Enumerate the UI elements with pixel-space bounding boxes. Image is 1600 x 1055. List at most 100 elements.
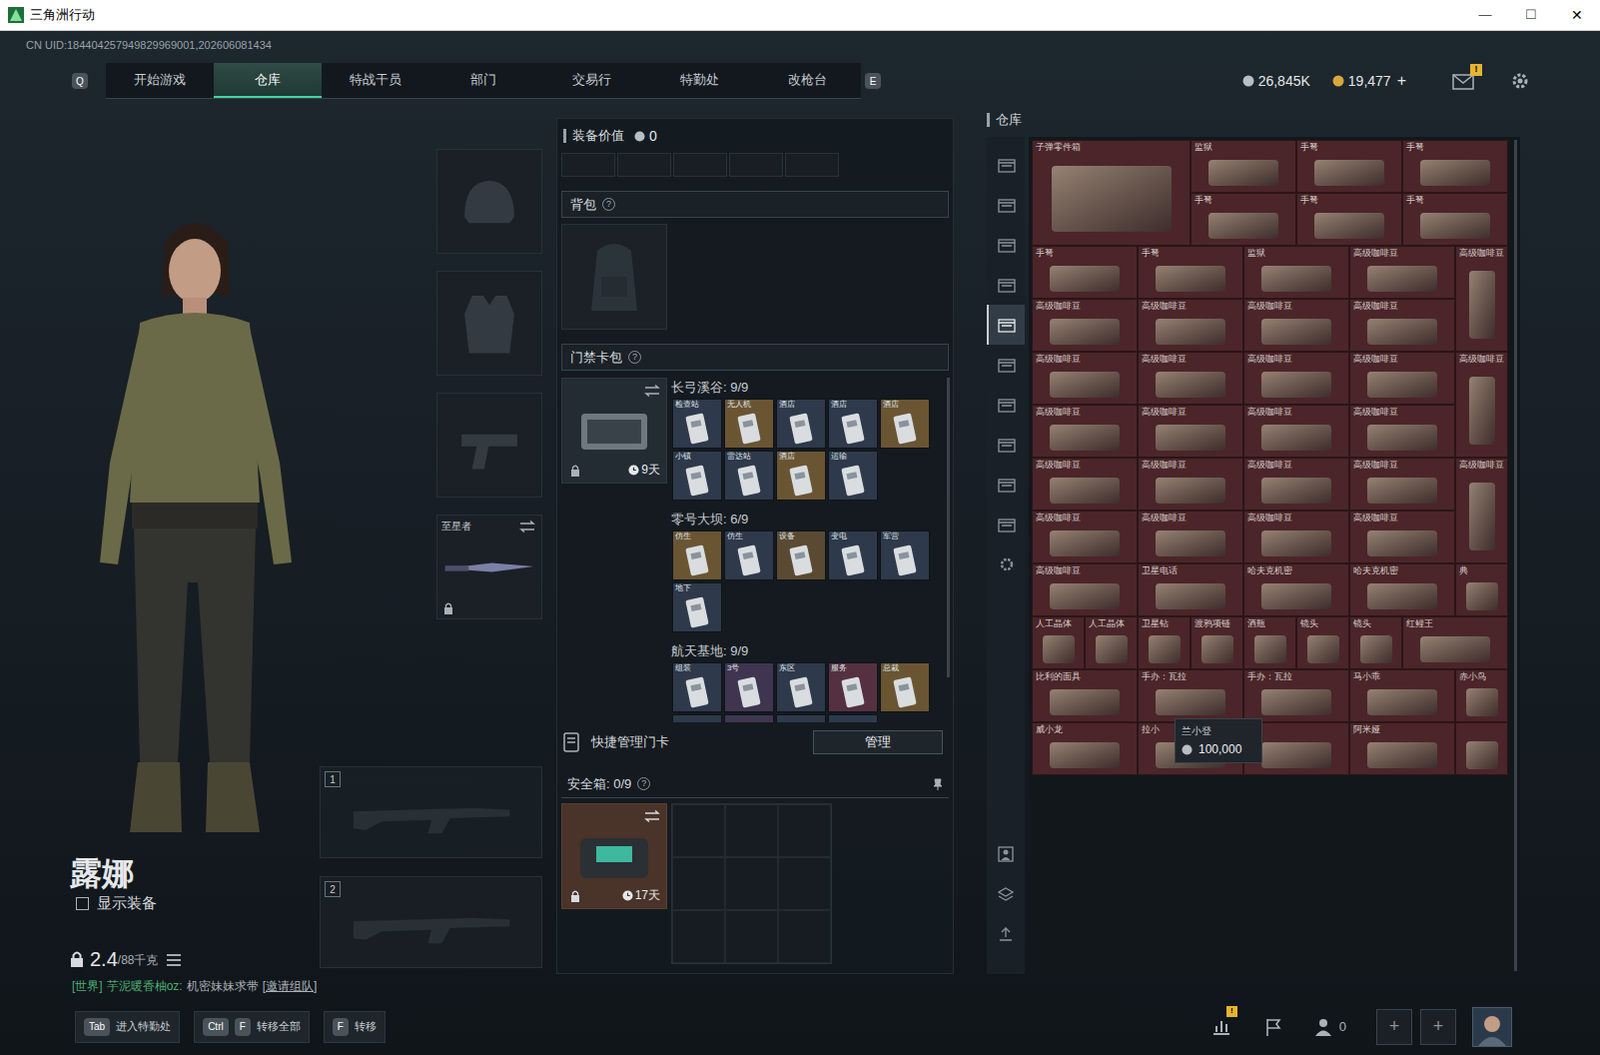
swap-icon[interactable]: [644, 809, 661, 822]
warehouse-item[interactable]: 子弹零件箱: [1031, 139, 1191, 246]
safe-slot[interactable]: [778, 909, 831, 963]
warehouse-item[interactable]: 监狱: [1190, 139, 1297, 193]
keycard-help[interactable]: ?: [628, 350, 642, 364]
party-slot[interactable]: +: [1420, 1008, 1457, 1045]
warehouse-item[interactable]: 高级咖啡豆: [1349, 404, 1456, 458]
warehouse-item[interactable]: 高级咖啡豆: [1137, 404, 1244, 458]
nav-tab[interactable]: 仓库: [213, 62, 322, 98]
keycard-case[interactable]: 9天: [561, 377, 668, 484]
prev-key[interactable]: Q: [71, 72, 88, 89]
keycard[interactable]: 东区: [776, 662, 826, 713]
keycard[interactable]: 地下: [672, 582, 723, 633]
key-hint[interactable]: F转移: [323, 1010, 386, 1043]
warehouse-item[interactable]: 渡鸦项链: [1190, 616, 1244, 670]
warehouse-item[interactable]: 马小乖: [1349, 669, 1456, 723]
weapon-slot[interactable]: 1: [319, 766, 543, 858]
weight-details-icon[interactable]: [166, 953, 181, 966]
safe-box[interactable]: 17天: [561, 802, 668, 909]
pouch-slot[interactable]: [617, 152, 672, 177]
warehouse-item[interactable]: 高级咖啡豆: [1349, 245, 1456, 299]
stats-button[interactable]: !: [1211, 1015, 1234, 1038]
warehouse-side-tab[interactable]: [986, 304, 1025, 345]
warehouse-item[interactable]: 卫星电话: [1137, 563, 1244, 617]
warehouse-side-tab[interactable]: [986, 344, 1025, 385]
warehouse-item[interactable]: 手办：瓦拉: [1137, 669, 1244, 723]
warehouse-item[interactable]: 高级咖啡豆: [1243, 404, 1350, 458]
keycard[interactable]: 运输: [827, 450, 878, 501]
safe-slot[interactable]: [672, 856, 726, 910]
chat-sender[interactable]: 芋泥暖香柚oz:: [106, 976, 183, 995]
window-control[interactable]: —: [1462, 0, 1509, 30]
safe-slot[interactable]: [725, 856, 779, 910]
warehouse-item[interactable]: 高级咖啡豆: [1031, 510, 1138, 564]
window-control[interactable]: ✕: [1554, 0, 1600, 30]
warehouse-item[interactable]: 高级咖啡豆: [1349, 510, 1456, 564]
warehouse-item[interactable]: 高级咖啡豆: [1137, 510, 1244, 564]
warehouse-item[interactable]: 高级咖啡豆: [1031, 563, 1138, 617]
manage-button[interactable]: 管理: [812, 730, 943, 755]
warehouse-side-tab[interactable]: [986, 544, 1025, 585]
warehouse-item[interactable]: 手弩: [1402, 192, 1509, 246]
swap-button[interactable]: [519, 520, 536, 533]
warehouse-item[interactable]: 威小龙: [1031, 722, 1138, 776]
player-avatar[interactable]: [1472, 1006, 1513, 1047]
warehouse-side-tab[interactable]: [986, 264, 1025, 305]
pouch-slot[interactable]: [673, 152, 728, 177]
nav-tab[interactable]: 部门: [429, 62, 538, 98]
expand-button[interactable]: [986, 913, 1025, 954]
warehouse-item[interactable]: 高级咖啡豆: [1031, 298, 1138, 352]
warehouse-item[interactable]: 高级咖啡豆: [1349, 457, 1456, 511]
keycard[interactable]: [827, 714, 878, 723]
pouch-slot[interactable]: [785, 152, 839, 177]
pouch-slot[interactable]: [561, 152, 616, 177]
warehouse-item[interactable]: 高级咖啡豆: [1137, 298, 1244, 352]
keycard[interactable]: 酒店: [776, 398, 826, 449]
pin-icon[interactable]: [932, 778, 943, 791]
keycard[interactable]: 变电: [827, 530, 878, 581]
nav-tab[interactable]: 改枪台: [753, 62, 861, 98]
warehouse-item[interactable]: 手弩: [1296, 192, 1403, 246]
warehouse-item[interactable]: 高级咖啡豆: [1031, 351, 1138, 405]
warehouse-side-tab[interactable]: [986, 224, 1025, 265]
keycard[interactable]: [672, 714, 723, 723]
warehouse-item[interactable]: 典: [1455, 563, 1509, 617]
swap-icon[interactable]: [644, 384, 661, 397]
keycard[interactable]: 小镇: [672, 450, 723, 501]
warehouse-side-tab[interactable]: [986, 464, 1025, 505]
safe-slot[interactable]: [778, 803, 831, 857]
warehouse-item[interactable]: 高级咖啡豆: [1137, 457, 1244, 511]
safe-slot[interactable]: [672, 909, 726, 963]
settings-gear-icon[interactable]: [1510, 70, 1531, 91]
window-control[interactable]: ☐: [1508, 0, 1555, 30]
warehouse-item[interactable]: 哈夫克机密: [1243, 563, 1350, 617]
keycard[interactable]: 检查站: [672, 398, 723, 449]
next-key[interactable]: E: [864, 72, 881, 89]
warehouse-item[interactable]: 高级咖啡豆: [1455, 245, 1509, 352]
keycard[interactable]: 仿生: [724, 530, 775, 581]
warehouse-side-tab[interactable]: [986, 144, 1025, 185]
warehouse-item[interactable]: 卫星钻: [1137, 616, 1191, 670]
nav-tab[interactable]: 开始游戏: [105, 62, 214, 98]
keycard[interactable]: 雷达站: [724, 450, 775, 501]
warehouse-item[interactable]: 红鲤王: [1402, 616, 1509, 670]
warehouse-item[interactable]: 高级咖啡豆: [1031, 457, 1138, 511]
warehouse-item[interactable]: 高级咖啡豆: [1455, 457, 1509, 564]
warehouse-item[interactable]: 高级咖啡豆: [1243, 510, 1350, 564]
keycard[interactable]: 酒店: [879, 398, 930, 449]
warehouse-side-tab[interactable]: [986, 424, 1025, 465]
warehouse-item[interactable]: 高级咖啡豆: [1349, 351, 1456, 405]
key-hint[interactable]: CtrlF转移全部: [193, 1010, 310, 1043]
keycard[interactable]: 3号: [724, 662, 775, 713]
equipment-slot[interactable]: 至星者: [436, 514, 543, 620]
warehouse-side-tab[interactable]: [986, 184, 1025, 225]
warehouse-item[interactable]: 手弩: [1402, 139, 1509, 193]
warehouse-item[interactable]: 高级咖啡豆: [1349, 298, 1456, 352]
pouch-slot[interactable]: [729, 152, 784, 177]
key-hint[interactable]: Tab进入特勤处: [74, 1010, 180, 1043]
show-gear-checkbox[interactable]: [75, 896, 89, 910]
keycard[interactable]: 无人机: [724, 398, 775, 449]
warehouse-item[interactable]: [1455, 722, 1509, 776]
warehouse-item[interactable]: 高级咖啡豆: [1243, 298, 1350, 352]
warehouse-item[interactable]: 高级咖啡豆: [1243, 351, 1350, 405]
warehouse-item[interactable]: 手办：瓦拉: [1243, 669, 1350, 723]
